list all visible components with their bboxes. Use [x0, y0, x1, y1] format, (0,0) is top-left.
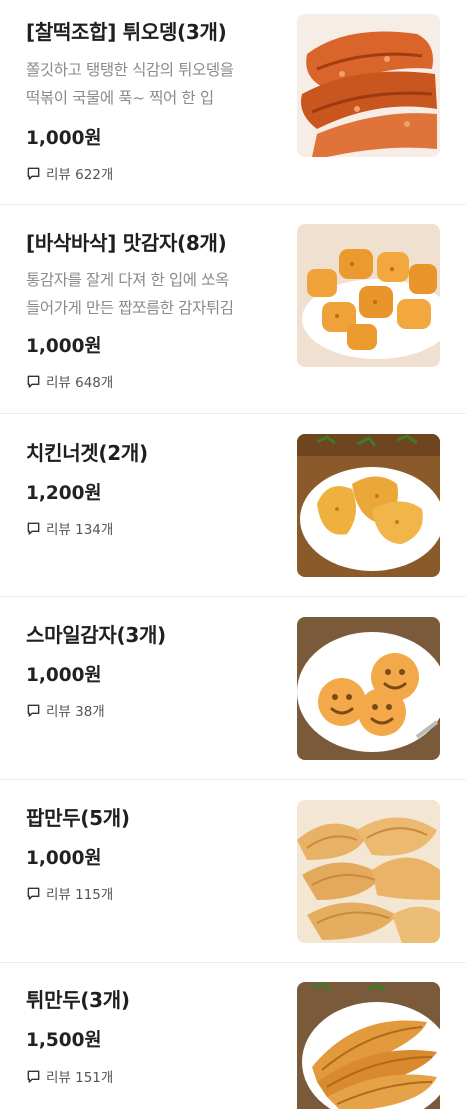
- menu-item-description: 쫄깃하고 탱탱한 식감의 튀오뎅을: [26, 61, 234, 79]
- review-count-label: 리뷰 151개: [46, 1070, 114, 1086]
- menu-item[interactable]: [바삭바삭] 맛감자(8개) 통감자를 잘게 다져 한 입에 쏘옥 들어가게 만…: [0, 205, 466, 414]
- speech-bubble-icon: [27, 522, 40, 535]
- menu-item-image[interactable]: [297, 434, 440, 577]
- review-count-label: 리뷰 38개: [46, 704, 105, 720]
- menu-item-title: 치킨너겟(2개): [26, 441, 148, 465]
- menu-item-price: 1,000원: [26, 665, 102, 686]
- menu-item-price: 1,000원: [26, 128, 102, 149]
- review-count: 리뷰 648개: [26, 371, 113, 391]
- menu-item-description: 들어가게 만든 짭쪼름한 감자튀김: [26, 299, 234, 317]
- menu-item-price: 1,500원: [26, 1030, 102, 1051]
- menu-item-description: 떡볶이 국물에 푹~ 찍어 한 입: [26, 89, 214, 107]
- pop-dumpling-image: [297, 800, 440, 943]
- menu-item-price: 1,200원: [26, 483, 102, 504]
- menu-item-title: 팝만두(5개): [26, 806, 130, 830]
- menu-item-image[interactable]: [297, 800, 440, 943]
- menu-item-title: 스마일감자(3개): [26, 623, 166, 647]
- fried-dumpling-image: [297, 982, 440, 1109]
- review-count-label: 리뷰 115개: [46, 887, 114, 903]
- review-count-label: 리뷰 134개: [46, 522, 114, 538]
- menu-item-image[interactable]: [297, 14, 440, 157]
- smile-potato-image: [297, 617, 440, 760]
- menu-list: [찰떡조합] 튀오뎅(3개) 쫄깃하고 탱탱한 식감의 튀오뎅을 떡볶이 국물에…: [0, 0, 466, 1109]
- menu-item[interactable]: 치킨너겟(2개) 1,200원 리뷰 134개: [0, 414, 466, 597]
- menu-item-description: 통감자를 잘게 다져 한 입에 쏘옥: [26, 271, 229, 289]
- review-count-label: 리뷰 622개: [46, 167, 114, 183]
- speech-bubble-icon: [27, 704, 40, 717]
- review-count: 리뷰 622개: [26, 163, 113, 183]
- menu-item-title: 튀만두(3개): [26, 988, 130, 1012]
- fried-fishcake-image: [297, 14, 440, 157]
- review-count-label: 리뷰 648개: [46, 375, 114, 391]
- menu-item-image[interactable]: [297, 982, 440, 1109]
- potato-bites-image: [297, 224, 440, 367]
- review-count: 리뷰 151개: [26, 1066, 113, 1086]
- menu-item-price: 1,000원: [26, 336, 102, 357]
- review-count: 리뷰 38개: [26, 700, 105, 720]
- speech-bubble-icon: [27, 1070, 40, 1083]
- speech-bubble-icon: [27, 375, 40, 388]
- speech-bubble-icon: [27, 167, 40, 180]
- menu-item-title: [바삭바삭] 맛감자(8개): [26, 231, 227, 255]
- menu-item-price: 1,000원: [26, 848, 102, 869]
- speech-bubble-icon: [27, 887, 40, 900]
- menu-item-title: [찰떡조합] 튀오뎅(3개): [26, 20, 227, 44]
- chicken-nugget-image: [297, 434, 440, 577]
- menu-item-image[interactable]: [297, 617, 440, 760]
- menu-item[interactable]: 튀만두(3개) 1,500원 리뷰 151개: [0, 963, 466, 1109]
- review-count: 리뷰 115개: [26, 883, 113, 903]
- menu-item[interactable]: 팝만두(5개) 1,000원 리뷰 115개: [0, 780, 466, 963]
- review-count: 리뷰 134개: [26, 518, 113, 538]
- menu-item-image[interactable]: [297, 224, 440, 367]
- menu-item[interactable]: [찰떡조합] 튀오뎅(3개) 쫄깃하고 탱탱한 식감의 튀오뎅을 떡볶이 국물에…: [0, 0, 466, 205]
- menu-item[interactable]: 스마일감자(3개) 1,000원 리뷰 38개: [0, 597, 466, 780]
